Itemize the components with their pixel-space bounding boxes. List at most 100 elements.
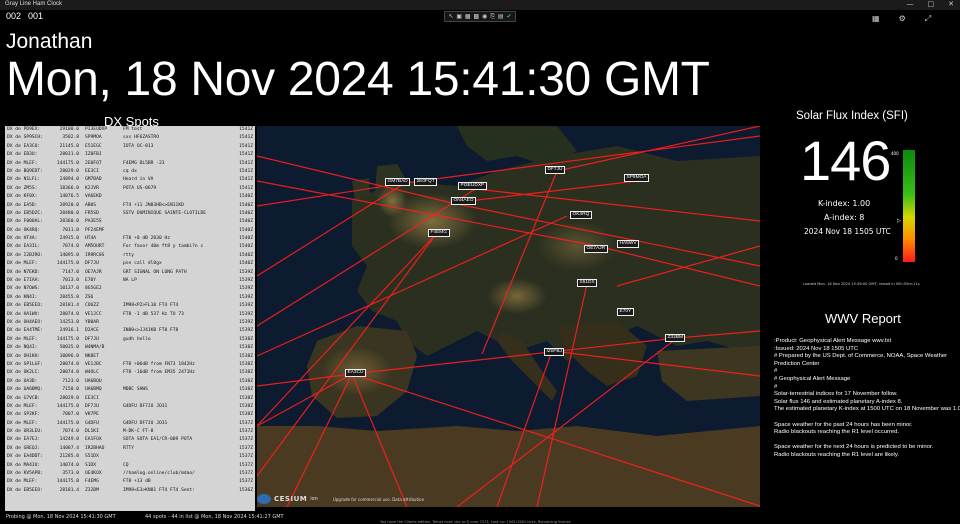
dx-spot-row[interactable]: DX de KF0X: 14076.5 VA6EKD 1540Z <box>5 193 255 201</box>
spot-spotter: DX de KV5APB: <box>7 471 43 477</box>
spot-time: 1539Z <box>239 303 253 309</box>
dx-spot-row[interactable]: DX de ZM5S: 18366.0 K2JVR POTA US-0679 1541Z <box>5 185 255 193</box>
screen-icon[interactable]: ▦ <box>872 14 880 24</box>
dx-spot-row[interactable]: DX de N7OWS: 10137.0 8G5GE2 1539Z <box>5 285 255 293</box>
map-spot-label[interactable]: F4EMG <box>428 229 450 237</box>
dx-spot-row[interactable]: DX de SP2KF: 7007.0 VK7PE 1538Z <box>5 411 255 419</box>
dx-spot-row[interactable]: DX de MLEF: 144175.0 DF7JU gudh hello 1538Z <box>5 336 255 344</box>
dx-spot-row[interactable]: DX de OH4AEO: 14253.0 YB0AR 1539Z <box>5 319 255 327</box>
dx-spot-row[interactable]: DX de EA4TME: 24916.1 D2ACE IN80<>JJ41KB FT… <box>5 327 255 335</box>
map-attribution[interactable]: Upgrade for commercial use. Data attribu… <box>333 497 424 502</box>
map-spot-label[interactable]: OK4RQ <box>570 211 592 219</box>
map-spot-label[interactable]: GM7BAD <box>385 178 411 186</box>
expand-icon[interactable]: ⤢ <box>925 14 931 24</box>
dx-spot-row[interactable]: DX de EA5D: 28920.0 AB0S FT4 +11 JN03HB<>EN… <box>5 202 255 210</box>
spot-frequency: 24916.1 <box>59 328 79 334</box>
spot-time: 1538Z <box>239 403 253 409</box>
dx-spot-row[interactable]: DX de PD9EX: 29100.0 PI3EUDXP FM test 1541Z <box>5 126 255 134</box>
dx-spot-row[interactable]: DX de OK2LC: 28074.0 W4OLC FT8 -16dB from E… <box>5 369 255 377</box>
dx-spot-row[interactable]: DX de N1LFL: 24894.0 GM7BAD Heard in VA 1541… <box>5 176 255 184</box>
counter-1[interactable]: 002 <box>6 11 21 21</box>
spot-comment: GRT SIGNAL ON LONG PATH <box>123 269 187 275</box>
dx-spot-row[interactable]: DX de MLEF: 144175.0 DF7JU G4DFU DF7JU JO31… <box>5 403 255 411</box>
dx-spot-row[interactable]: DX de EB5DZC: 28480.0 FR5SD SSTV DOMINIQUE … <box>5 210 255 218</box>
dx-spot-row[interactable]: DX de MLEF: 144175.0 F4EMG FT8 +13 dB 1537Z <box>5 478 255 486</box>
dx-spot-row[interactable]: DX de EA3IL: 7074.0 AM5OURT For favor 40m f… <box>5 243 255 251</box>
dx-spot-row[interactable]: DX de EB5EEO: 28181.4 Z32BM IM98<E3>KN01 FT… <box>5 487 255 495</box>
close-icon[interactable]: ✕ <box>948 0 954 8</box>
spot-comment: gudh hello <box>123 336 151 342</box>
map-spot-label[interactable]: S51DX <box>577 279 598 287</box>
dx-spot-row[interactable]: DX de EA4DDT: 21285.0 S51DX 1537Z <box>5 453 255 461</box>
minimize-icon[interactable]: — <box>907 0 914 8</box>
dx-spot-row[interactable]: DX de EB5EEO: 28181.4 CO6ZZ IM98<P2>FL10 FT… <box>5 302 255 310</box>
photo-icon[interactable]: ▩ <box>473 13 479 20</box>
dx-spot-row[interactable]: DX de N7EKD: 7147.0 OE7AJR GRT SIGNAL ON LO… <box>5 269 255 277</box>
clip-icon[interactable]: ⎘ <box>490 13 495 20</box>
chart-icon[interactable]: ▤ <box>498 13 504 20</box>
dx-spots-list[interactable]: DX de PD9EX: 29100.0 PI3EUDXP FM test 1541Z D… <box>5 126 255 511</box>
map-spot-label[interactable]: HA5WV <box>617 240 640 248</box>
wwv-line <box>774 414 960 422</box>
window-icon[interactable]: ▣ <box>456 13 462 20</box>
dx-spot-row[interactable]: DX de EB3U: 28031.0 IZ0FBJ 1541Z <box>5 151 255 159</box>
spot-call: D2ACE <box>85 328 99 334</box>
image-icon[interactable]: ▦ <box>465 13 471 20</box>
dx-spot-row[interactable]: DX de HT4A: 24915.0 HT4A FT8 +0 dB 2030 Hz 1… <box>5 235 255 243</box>
settings-icon[interactable]: ⚙ <box>899 14 906 24</box>
maximize-icon[interactable]: □ <box>928 0 935 8</box>
map-spot-label[interactable]: SP9MOA <box>624 174 649 182</box>
dx-spot-row[interactable]: DX de SP1LGF: 28074.0 VE1JBC FT8 +06dB from… <box>5 361 255 369</box>
spot-comment: FT8 -16dB from EM35 2471Hz <box>123 370 195 376</box>
spot-time: 1540Z <box>239 219 253 225</box>
dx-spot-row[interactable]: DX de I2BJRO: 14095.0 IR9RC0S rtty 1540Z <box>5 252 255 260</box>
dx-spot-row[interactable]: DX de EA7EJ: 14249.0 EA1FOX SOTA SOTA EA1/C… <box>5 436 255 444</box>
dx-spot-row[interactable]: DX de F000AL: 28360.0 PA3E5S 1540Z <box>5 218 255 226</box>
dx-spot-row[interactable]: DX de UA6BMQ: 7158.0 UA6BMQ MDBC SHWS 1538Z <box>5 386 255 394</box>
world-map[interactable]: GM7BAD 2E0FQT PI3EUDXP ON4AEO DF7JU SP9MOA OK4… <box>257 126 760 507</box>
record-icon[interactable]: ◉ <box>482 13 487 20</box>
dx-spot-row[interactable]: DX de KN4I: 28455.0 ZS6 1539Z <box>5 294 255 302</box>
map-spot-label[interactable]: IZ0FBJ <box>544 348 565 356</box>
map-spot-label[interactable]: OE7AJR <box>584 245 608 253</box>
dx-spot-row[interactable]: DX de BQ9EDT: 28029.0 EE3CI cq dx 1541Z <box>5 168 255 176</box>
check-icon[interactable]: ✔ <box>506 13 511 20</box>
spot-comment: IN80<>JJ41KB FT8 FT8 <box>123 328 179 334</box>
spot-frequency: 14074.0 <box>59 462 79 468</box>
map-spot-label[interactable]: Z32BM <box>665 334 686 342</box>
spot-comment: FT8 +13 dB <box>123 479 151 485</box>
dx-spot-row[interactable]: DX de KV5APB: 3573.0 OE4KOX //hamlog.online… <box>5 470 255 478</box>
dx-spot-row[interactable]: DX de HA1WV: 28074.0 VE1JCC FT8 -1 dB 537 H… <box>5 311 255 319</box>
dx-spot-row[interactable]: DX de UA3D: 7123.0 UA6BQU 1538Z <box>5 378 255 386</box>
spot-time: 1540Z <box>239 227 253 233</box>
map-spot-label[interactable]: DF7JU <box>545 166 565 174</box>
spot-spotter: DX de MLEF: <box>7 160 38 166</box>
dx-spot-row[interactable]: DX de EA3CU: 21145.0 E51EGC IOTA OC-013 1541… <box>5 143 255 151</box>
map-spot-label[interactable]: 2E0FQT <box>414 178 438 186</box>
dx-spot-row[interactable]: DX de OK4RQ: 7011.0 PF24EMF 1540Z <box>5 227 255 235</box>
dx-spot-row[interactable]: DX de MLEF: 144175.0 2E0FQT F4EMG DL5BR -23… <box>5 160 255 168</box>
spot-frequency: 7074.0 <box>62 244 79 250</box>
spot-frequency: 50035.0 <box>59 345 79 351</box>
spot-call: YB0AR <box>85 319 99 325</box>
map-spot-label[interactable]: E70Y <box>617 308 634 316</box>
map-spot-label[interactable]: PI3EUDXP <box>458 182 487 190</box>
dx-spot-row[interactable]: DX de E7IAA: 7013.0 E70Y NA LP 1539Z <box>5 277 255 285</box>
dx-spot-row[interactable]: DX de MA4JU: 14074.0 S1DX CQ 1537Z <box>5 462 255 470</box>
counter-2[interactable]: 001 <box>28 11 43 21</box>
map-spot-label[interactable]: ON4AEO <box>451 197 476 205</box>
dx-spot-row[interactable]: DX de UR3LEU: 7074.0 DL1KI M-DK-C FT-8 1537Z <box>5 428 255 436</box>
dx-spot-row[interactable]: DX de OH1KH: 10096.0 NK8ET 1538Z <box>5 353 255 361</box>
spot-time: 1540Z <box>239 202 253 208</box>
spot-time: 1539Z <box>239 278 253 284</box>
pointer-icon[interactable]: ↖ <box>448 13 453 20</box>
spot-spotter: DX de GREQJ: <box>7 445 41 451</box>
dx-spot-row[interactable]: DX de SP9SCH: 3502.8 SP9MOA sxs HF6ZASTRO 15… <box>5 134 255 142</box>
dx-spot-row[interactable]: DX de MLEF: 144175.0 DF7JU pse call dl0gx 15… <box>5 260 255 268</box>
dx-spot-row[interactable]: DX de G7VCB: 28029.0 EE3CI 1538Z <box>5 395 255 403</box>
spot-spotter: DX de EA4DDT: <box>7 454 43 460</box>
dx-spot-row[interactable]: DX de NQ4I: 50035.0 W4NMA/B 1538Z <box>5 344 255 352</box>
dx-spot-row[interactable]: DX de MLEF: 144175.0 G4DFU G4DFU DF7JU JO31… <box>5 420 255 428</box>
map-spot-label[interactable]: EA3CU <box>345 369 366 377</box>
dx-spot-row[interactable]: DX de GREQJ: 14087.4 IR2BHAO RTTY 1537Z <box>5 445 255 453</box>
